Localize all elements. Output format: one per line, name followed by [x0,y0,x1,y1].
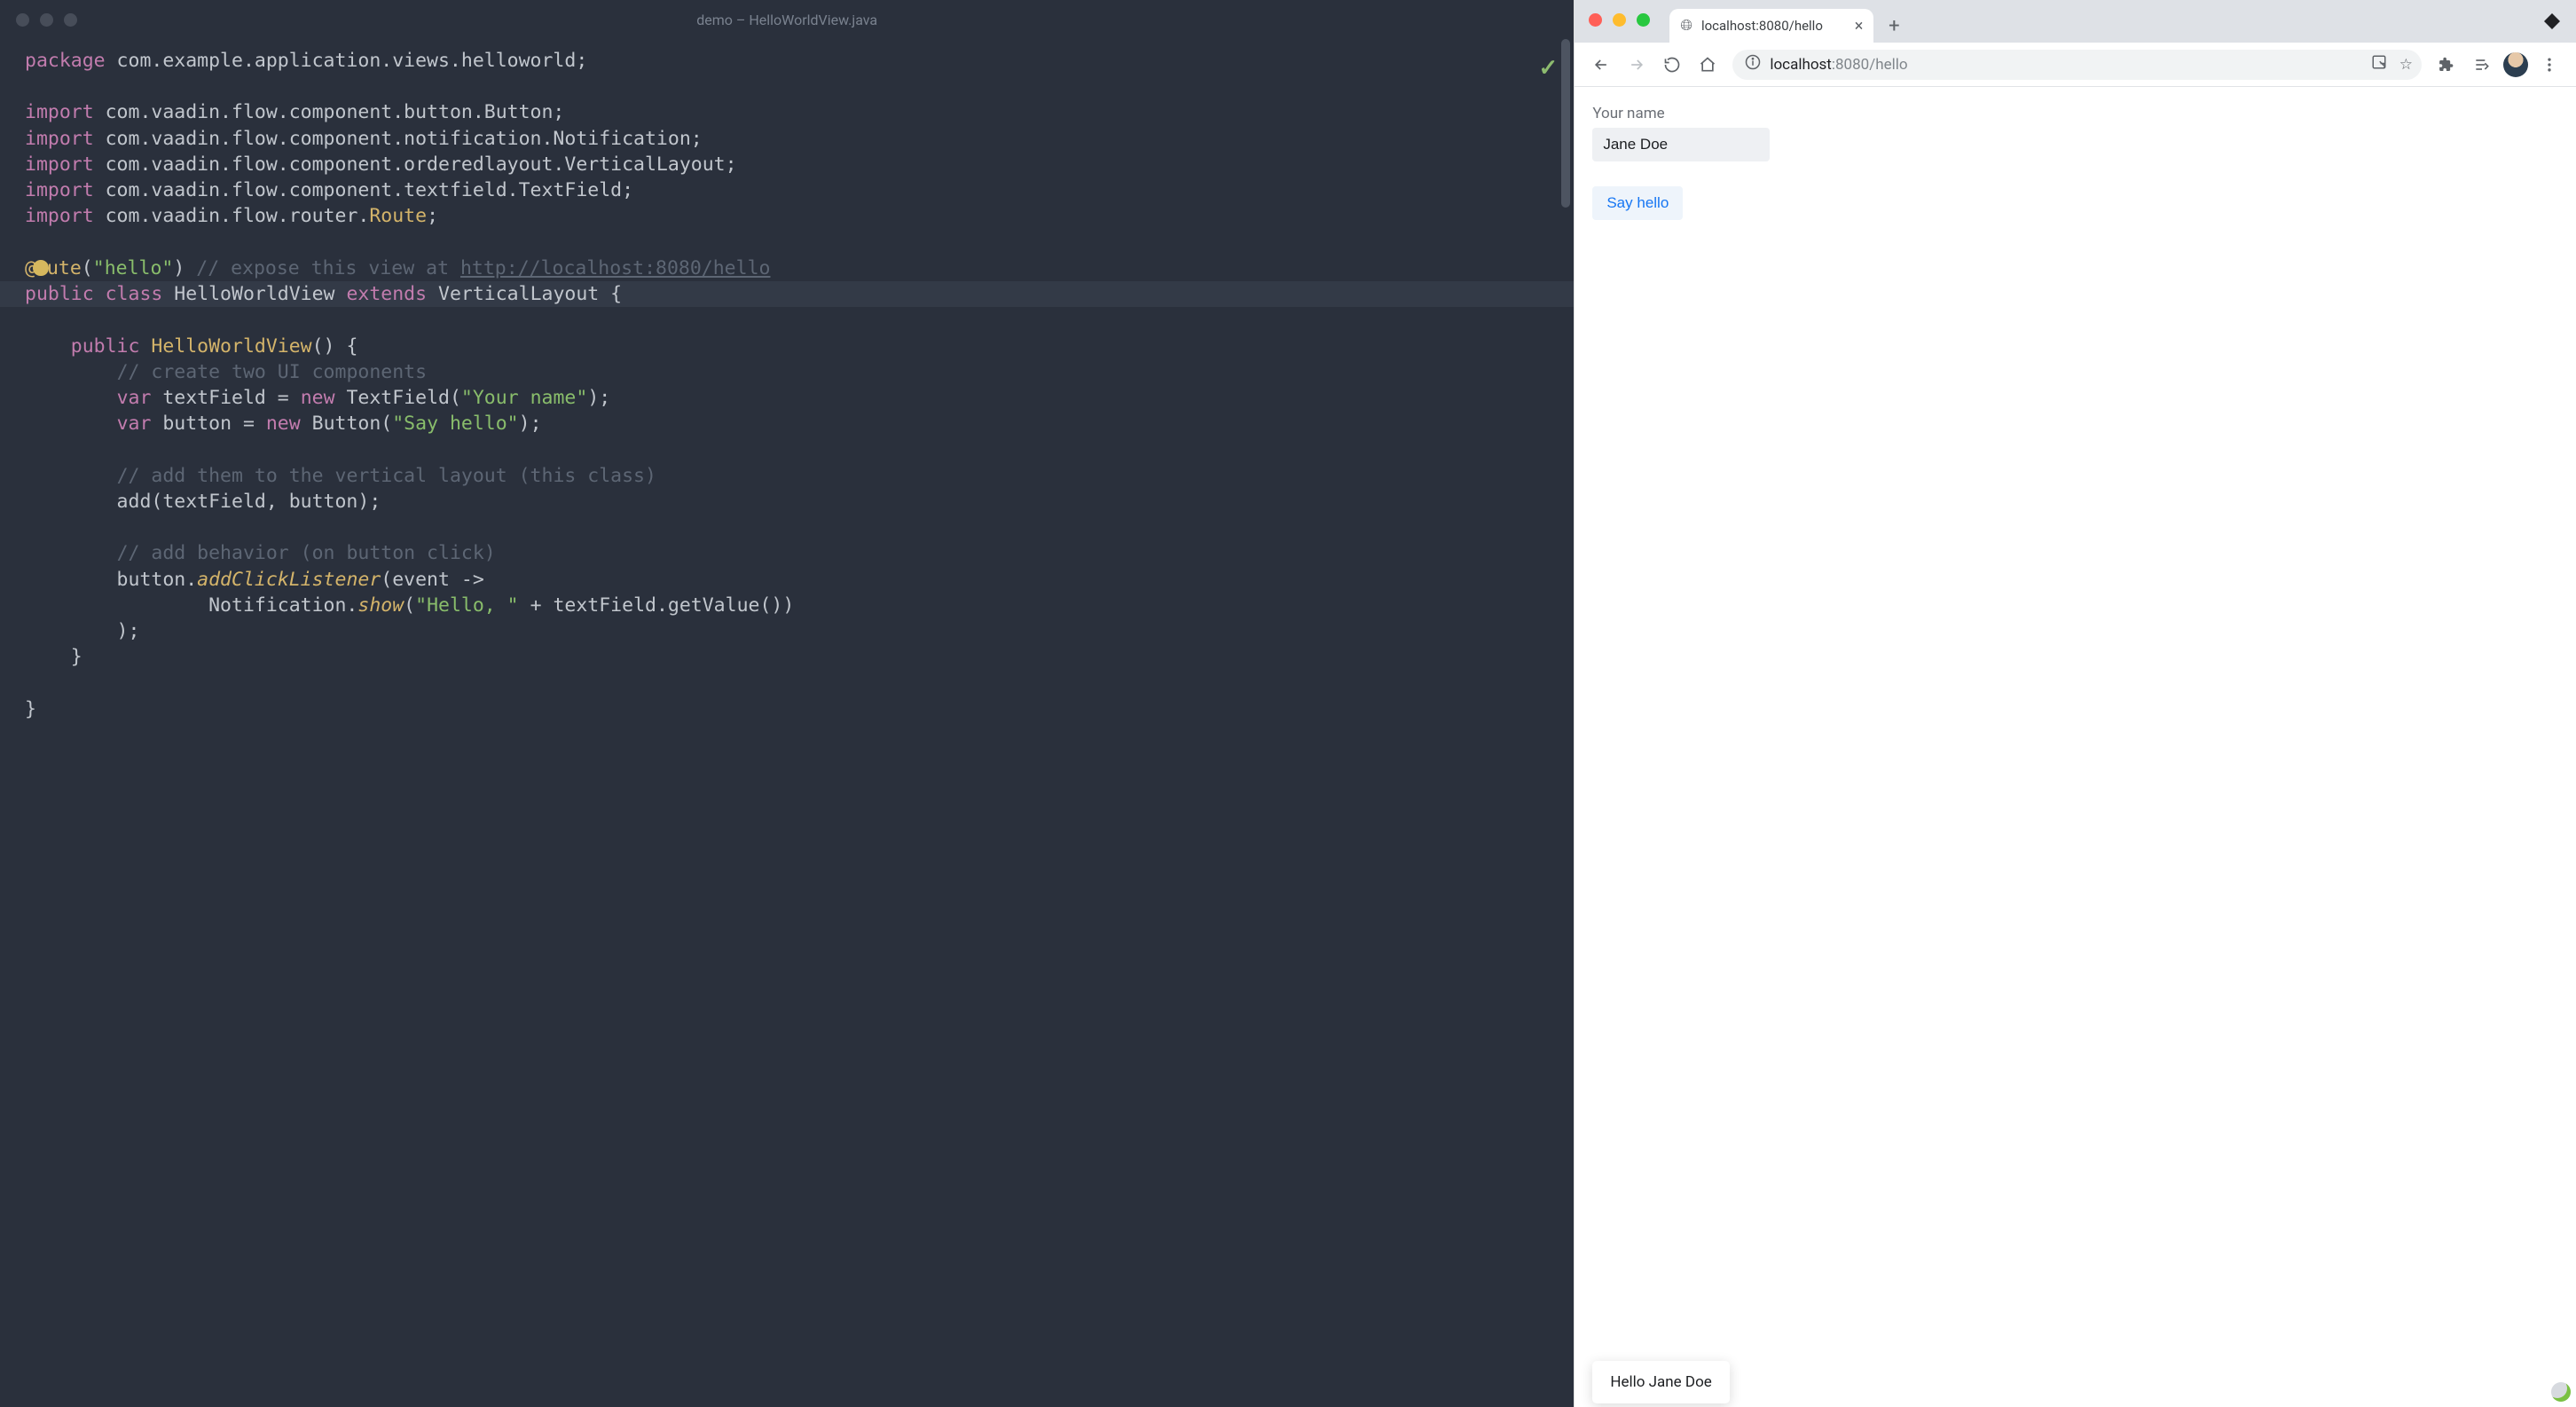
tab-title: localhost:8080/hello [1701,18,1823,34]
new-tab-button[interactable]: + [1881,12,1907,39]
tab-close-icon[interactable]: × [1855,17,1864,35]
ide-min-dot[interactable] [40,13,53,27]
browser-window: 🌐︎ localhost:8080/hello × + localhost:80… [1574,0,2576,1407]
site-info-icon[interactable] [1745,54,1761,75]
ide-max-dot[interactable] [64,13,77,27]
vaadin-dev-badge-icon[interactable] [2551,1382,2571,1402]
ide-titlebar: demo – HelloWorldView.java [0,0,1574,39]
url-text: localhost:8080/hello [1770,56,2361,74]
browser-toolbar: localhost:8080/hello ☆ [1575,43,2576,87]
name-input[interactable] [1592,128,1770,161]
ide-traffic-lights [16,13,77,27]
kw-package: package [25,50,106,72]
browser-max-dot[interactable] [1637,13,1650,27]
ide-close-dot[interactable] [16,13,29,27]
ide-window-title: demo – HelloWorldView.java [696,12,877,28]
profile-avatar[interactable] [2503,52,2528,77]
say-hello-button[interactable]: Say hello [1592,186,1683,220]
reload-button[interactable] [1656,49,1688,81]
browser-traffic-lights [1589,13,1650,27]
web-page: Your name Say hello Hello Jane Doe [1575,87,2576,1407]
browser-min-dot[interactable] [1613,13,1626,27]
browser-close-dot[interactable] [1589,13,1602,27]
ide-window: demo – HelloWorldView.java ✓ package com… [0,0,1574,1407]
notification-toast: Hello Jane Doe [1592,1361,1729,1403]
bookmark-star-icon[interactable]: ☆ [2399,56,2413,74]
browser-menu-icon[interactable] [2533,49,2565,81]
extensions-icon[interactable] [2431,49,2462,81]
browser-tab[interactable]: 🌐︎ localhost:8080/hello × [1669,9,1873,43]
globe-icon: 🌐︎ [1680,17,1692,35]
home-button[interactable] [1692,49,1724,81]
nav-forward-button[interactable] [1621,49,1653,81]
tabstrip-menu-icon[interactable] [2544,13,2560,29]
nav-back-button[interactable] [1585,49,1617,81]
browser-tabstrip: 🌐︎ localhost:8080/hello × + [1575,0,2576,43]
name-field-label: Your name [1592,105,2558,122]
code-editor[interactable]: package com.example.application.views.he… [0,39,1574,1407]
address-bar[interactable]: localhost:8080/hello ☆ [1732,50,2422,80]
reading-list-icon[interactable] [2466,49,2498,81]
install-pwa-icon[interactable] [2371,54,2387,75]
